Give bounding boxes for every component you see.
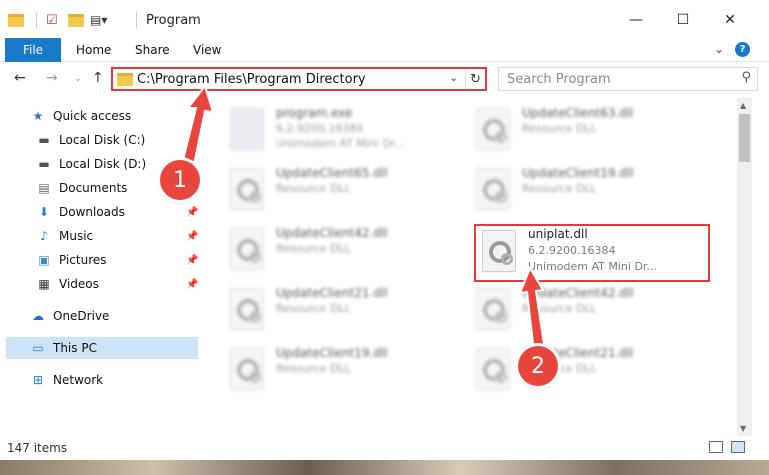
callout-arrows	[179, 83, 547, 354]
callout-badge-1: 1	[160, 160, 200, 200]
callout-badge-2: 2	[518, 346, 558, 386]
arrow-2-icon	[518, 265, 547, 354]
arrow-1-icon	[179, 83, 215, 172]
